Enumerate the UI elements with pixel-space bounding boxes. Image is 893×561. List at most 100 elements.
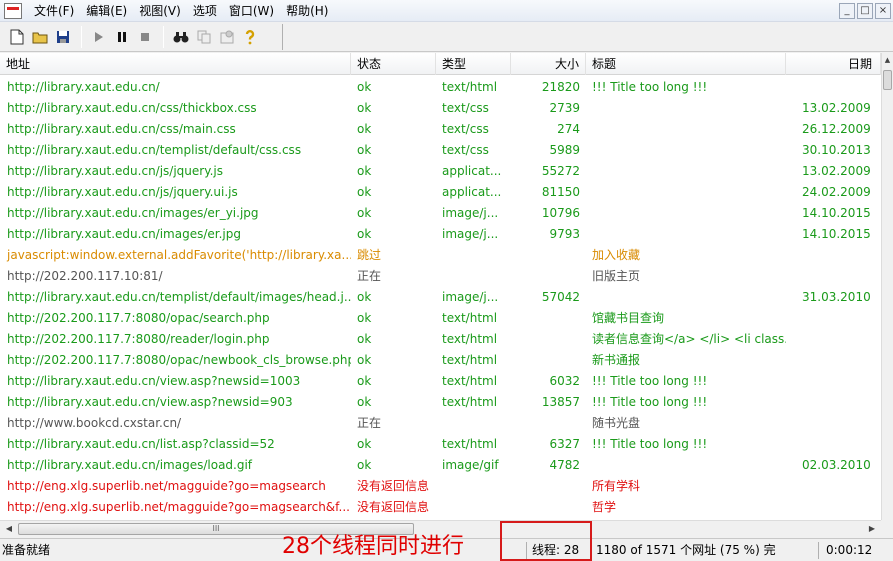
- scroll-up-icon[interactable]: ▲: [882, 53, 893, 67]
- menu-help[interactable]: 帮助(H): [280, 0, 334, 21]
- row-title: 哲学: [592, 500, 617, 514]
- row-type: applicat...: [442, 185, 502, 199]
- vertical-scrollbar[interactable]: ▲: [881, 53, 893, 520]
- row-status: ok: [357, 164, 372, 178]
- row-size: [511, 266, 586, 287]
- new-file-icon[interactable]: [6, 26, 28, 48]
- column-size[interactable]: 大小: [511, 53, 586, 75]
- table-row[interactable]: http://www.bookcd.cxstar.cn/正在 随书光盘: [0, 413, 881, 434]
- app-window: 文件(F) 编辑(E) 视图(V) 选项 窗口(W) 帮助(H) _ □ × 地…: [0, 0, 893, 561]
- table-row[interactable]: http://202.200.117.7:8080/opac/search.ph…: [0, 308, 881, 329]
- table-row[interactable]: http://202.200.117.7:8080/opac/newbook_c…: [0, 350, 881, 371]
- row-title: 新书通报: [592, 353, 641, 367]
- scroll-left-icon[interactable]: ◀: [2, 522, 16, 536]
- link-list[interactable]: 地址 状态 类型 大小 标题 日期 http://library.xaut.ed…: [0, 53, 881, 520]
- binoculars-icon[interactable]: [170, 26, 192, 48]
- vertical-scroll-thumb[interactable]: [883, 70, 892, 90]
- row-date: [786, 308, 881, 329]
- row-type: [436, 245, 510, 266]
- close-button[interactable]: ×: [875, 3, 891, 19]
- table-row[interactable]: http://library.xaut.edu.cn/css/main.css o…: [0, 119, 881, 140]
- row-size: 5989: [549, 143, 580, 157]
- pause-icon[interactable]: [111, 26, 133, 48]
- table-row[interactable]: http://library.xaut.edu.cn/templist/defa…: [0, 287, 881, 308]
- table-row[interactable]: http://library.xaut.edu.cn/images/er_yi.…: [0, 203, 881, 224]
- table-row[interactable]: http://library.xaut.edu.cn/templist/defa…: [0, 140, 881, 161]
- row-url: http://library.xaut.edu.cn/view.asp?news…: [7, 374, 301, 388]
- table-row[interactable]: http://library.xaut.edu.cn/images/er.jpg…: [0, 224, 881, 245]
- row-type: text/html: [442, 395, 498, 409]
- row-title: !!! Title too long !!!: [592, 80, 708, 94]
- table-row[interactable]: http://library.xaut.edu.cn/list.asp?clas…: [0, 434, 881, 455]
- scrollbar-corner: [881, 520, 893, 537]
- minimize-button[interactable]: _: [839, 3, 855, 19]
- column-title[interactable]: 标题: [586, 53, 786, 75]
- row-status: ok: [357, 332, 372, 346]
- row-size: 55272: [541, 164, 580, 178]
- row-status: ok: [357, 80, 372, 94]
- row-url: http://202.200.117.7:8080/reader/login.p…: [7, 332, 270, 346]
- stop-icon[interactable]: [134, 26, 156, 48]
- table-row[interactable]: http://eng.xlg.superlib.net/magguide?go=…: [0, 476, 881, 497]
- menu-file[interactable]: 文件(F): [28, 0, 80, 21]
- properties-icon[interactable]: [216, 26, 238, 48]
- row-url: http://library.xaut.edu.cn/images/er_yi.…: [7, 206, 259, 220]
- row-status: ok: [357, 143, 372, 157]
- row-type: [436, 266, 510, 287]
- status-progress: 1180 of 1571 个网址 (75 %) 完: [596, 543, 776, 557]
- menu-options[interactable]: 选项: [187, 0, 223, 21]
- table-row[interactable]: http://library.xaut.edu.cn/images/load.g…: [0, 455, 881, 476]
- row-size: 6032: [549, 374, 580, 388]
- table-row[interactable]: http://library.xaut.edu.cn/css/thickbox.…: [0, 98, 881, 119]
- table-row[interactable]: http://202.200.117.10:81/正在 旧版主页: [0, 266, 881, 287]
- table-row[interactable]: http://library.xaut.edu.cn/ok text/html 21…: [0, 77, 881, 98]
- menu-window[interactable]: 窗口(W): [223, 0, 280, 21]
- table-row[interactable]: http://library.xaut.edu.cn/view.asp?news…: [0, 371, 881, 392]
- table-row[interactable]: http://library.xaut.edu.cn/js/jquery.js o…: [0, 161, 881, 182]
- row-size: [511, 476, 586, 497]
- help-icon[interactable]: [239, 26, 261, 48]
- row-size: [511, 308, 586, 329]
- table-row[interactable]: http://library.xaut.edu.cn/view.asp?news…: [0, 392, 881, 413]
- copy-icon[interactable]: [193, 26, 215, 48]
- column-date[interactable]: 日期: [786, 53, 881, 75]
- open-folder-icon[interactable]: [29, 26, 51, 48]
- row-url: http://library.xaut.edu.cn/js/jquery.ui.…: [7, 185, 238, 199]
- row-url: http://library.xaut.edu.cn/css/thickbox.…: [7, 101, 257, 115]
- row-type: applicat...: [442, 164, 502, 178]
- row-type: [436, 497, 510, 518]
- table-row[interactable]: http://eng.xlg.superlib.net/magguide?go=…: [0, 497, 881, 518]
- column-url[interactable]: 地址: [0, 53, 351, 75]
- row-url: http://202.200.117.10:81/: [7, 269, 163, 283]
- row-size: [511, 413, 586, 434]
- row-title: [586, 203, 786, 224]
- row-status: 跳过: [357, 248, 382, 262]
- table-row[interactable]: http://library.xaut.edu.cn/js/jquery.ui.…: [0, 182, 881, 203]
- annotation-highlight-box: [500, 521, 592, 561]
- scroll-right-icon[interactable]: ▶: [865, 522, 879, 536]
- column-status[interactable]: 状态: [351, 53, 436, 75]
- row-size: 57042: [541, 290, 580, 304]
- menu-view[interactable]: 视图(V): [133, 0, 187, 21]
- app-icon[interactable]: [4, 2, 22, 19]
- row-title: 旧版主页: [592, 269, 641, 283]
- column-type[interactable]: 类型: [436, 53, 511, 75]
- row-size: 81150: [541, 185, 580, 199]
- row-size: 6327: [549, 437, 580, 451]
- menu-edit[interactable]: 编辑(E): [80, 0, 133, 21]
- table-row[interactable]: javascript:window.external.addFavorite('…: [0, 245, 881, 266]
- list-rows: http://library.xaut.edu.cn/ok text/html 21…: [0, 77, 881, 518]
- row-status: 没有返回信息: [357, 479, 430, 493]
- row-url: http://library.xaut.edu.cn/templist/defa…: [7, 143, 302, 157]
- save-icon[interactable]: [52, 26, 74, 48]
- restore-button[interactable]: □: [857, 3, 873, 19]
- row-size: [511, 245, 586, 266]
- table-row[interactable]: http://202.200.117.7:8080/reader/login.p…: [0, 329, 881, 350]
- row-url: http://202.200.117.7:8080/opac/newbook_c…: [7, 353, 351, 367]
- row-size: [511, 497, 586, 518]
- row-size: 2739: [549, 101, 580, 115]
- row-date: 13.02.20091: [786, 98, 881, 119]
- toolbar-divider: [282, 24, 283, 50]
- row-type: [436, 476, 510, 497]
- play-icon[interactable]: [88, 26, 110, 48]
